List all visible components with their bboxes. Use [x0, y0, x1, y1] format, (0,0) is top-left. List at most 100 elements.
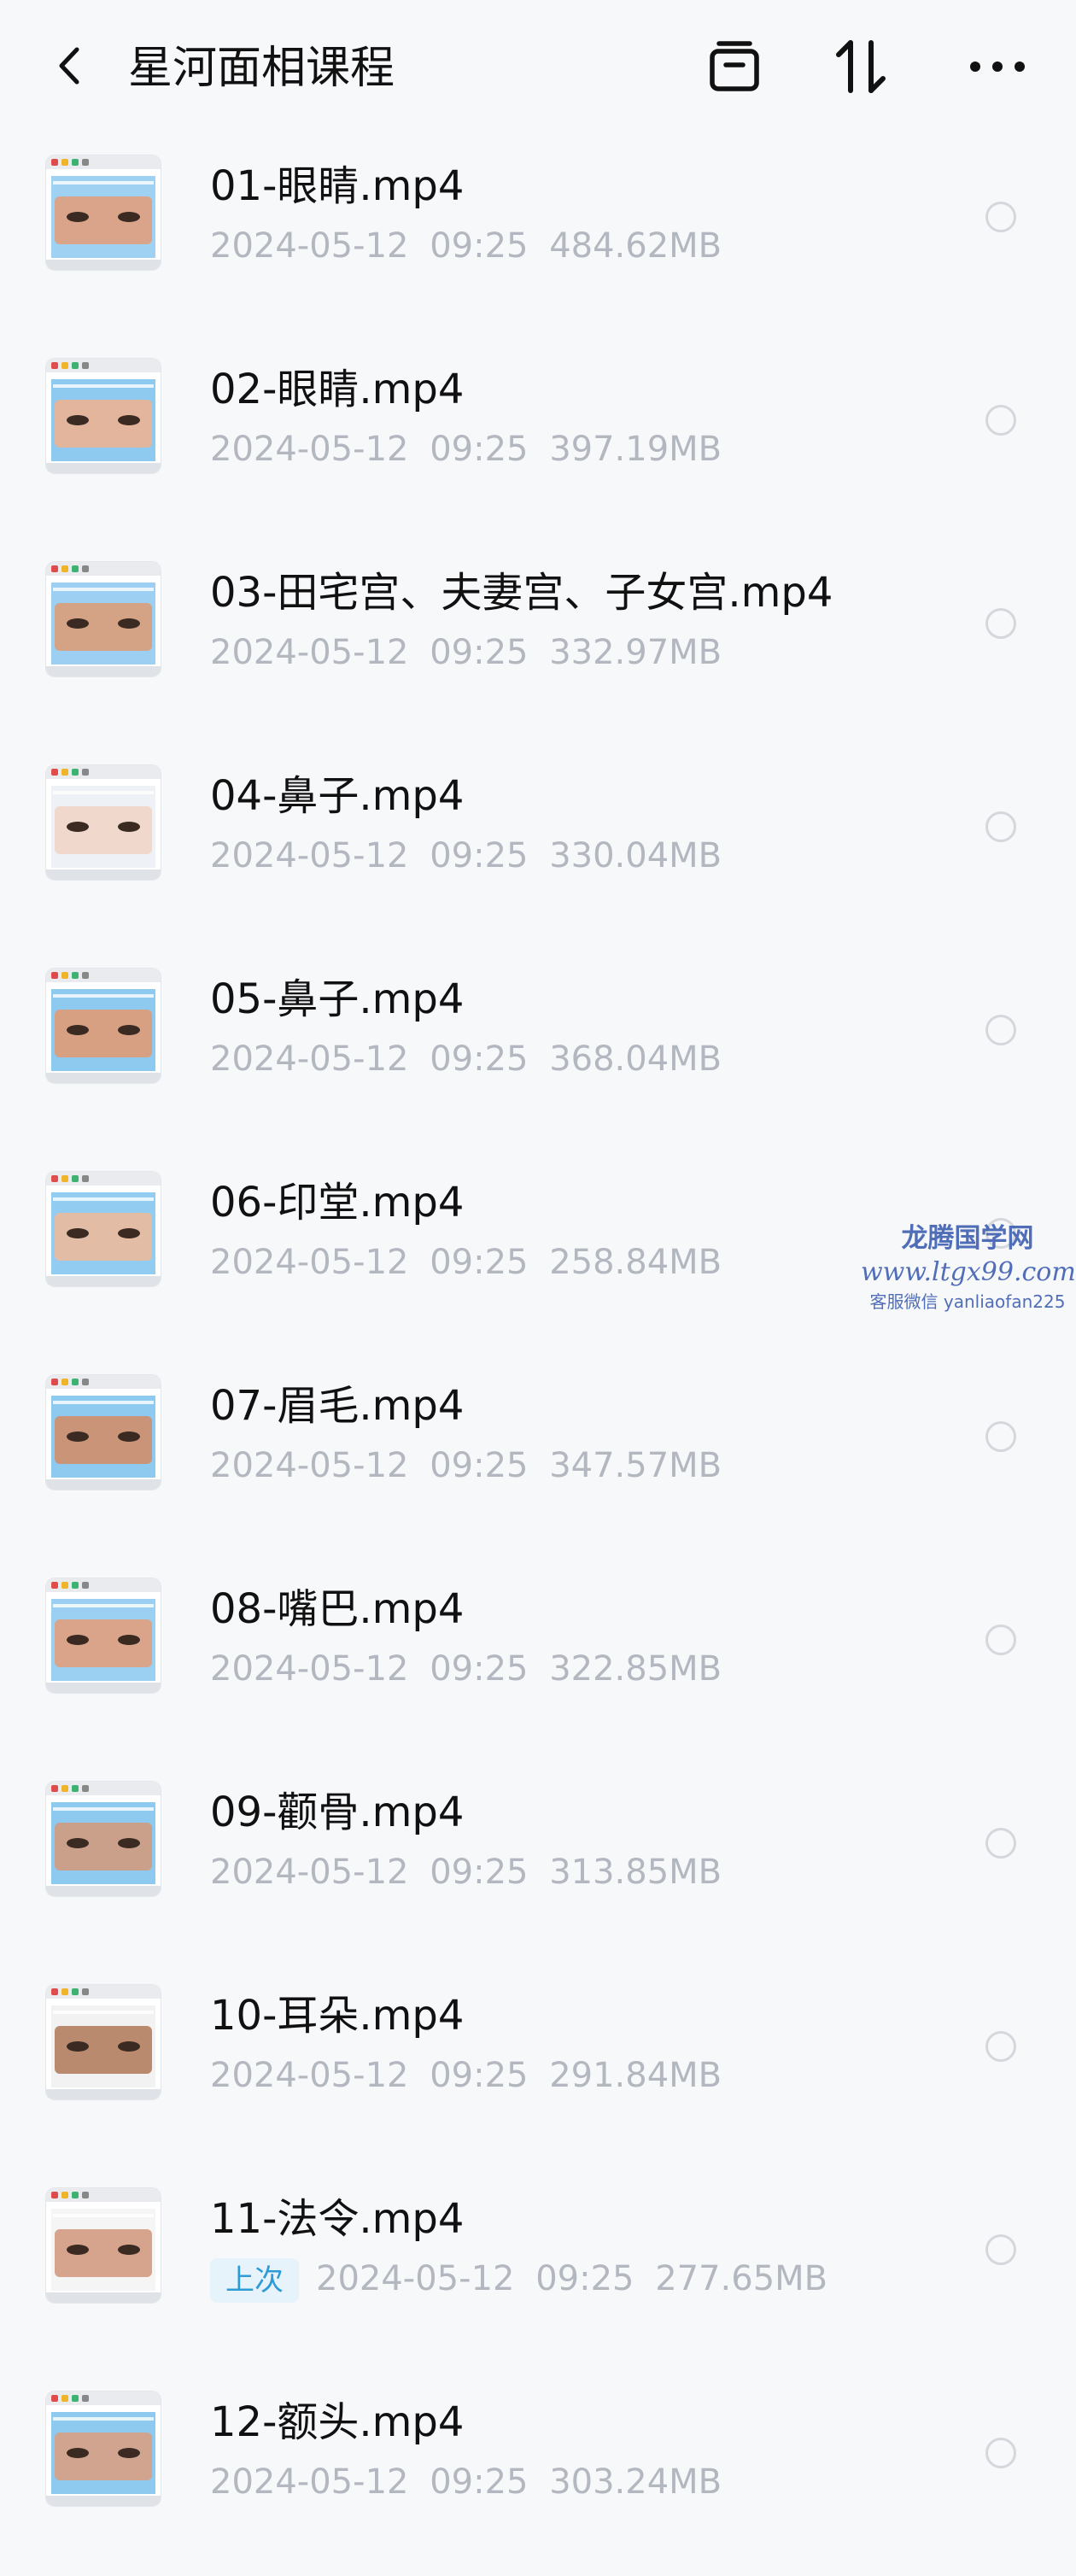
file-meta: 2024-05-12 09:25 368.04MB: [210, 1035, 722, 1083]
file-date: 2024-05-12: [210, 226, 409, 266]
file-size: 330.04MB: [549, 836, 722, 875]
chevron-left-icon: [59, 47, 79, 85]
file-size: 368.04MB: [549, 1039, 722, 1079]
file-time: 09:25: [430, 2462, 529, 2502]
file-meta: 上次 2024-05-12 09:25 277.65MB: [210, 2255, 827, 2303]
archive-icon: [710, 41, 759, 91]
file-time: 09:25: [430, 1243, 529, 1282]
file-time: 09:25: [430, 2056, 529, 2095]
file-date: 2024-05-12: [210, 633, 409, 672]
back-button[interactable]: [50, 44, 92, 87]
select-radio[interactable]: [985, 2438, 1016, 2468]
file-row[interactable]: 05-鼻子.mp4 2024-05-12 09:25 368.04MB: [0, 950, 1076, 1153]
file-meta: 2024-05-12 09:25 397.19MB: [210, 425, 722, 473]
top-navigation-bar: 星河面相课程: [0, 0, 1076, 141]
select-radio[interactable]: [985, 1828, 1016, 1859]
file-date: 2024-05-12: [316, 2259, 515, 2298]
video-thumbnail: [46, 2188, 161, 2303]
file-meta: 2024-05-12 09:25 322.85MB: [210, 1645, 722, 1693]
video-thumbnail: [46, 1375, 161, 1490]
file-size: 291.84MB: [549, 2056, 722, 2095]
file-row[interactable]: 10-耳朵.mp4 2024-05-12 09:25 291.84MB: [0, 1966, 1076, 2169]
select-radio[interactable]: [985, 1421, 1016, 1452]
file-date: 2024-05-12: [210, 1853, 409, 1892]
file-meta: 2024-05-12 09:25 291.84MB: [210, 2052, 722, 2099]
file-list: 01-眼睛.mp4 2024-05-12 09:25 484.62MB 02-眼…: [0, 137, 1076, 2576]
file-row[interactable]: 07-眉毛.mp4 2024-05-12 09:25 347.57MB: [0, 1356, 1076, 1560]
file-meta: 2024-05-12 09:25 313.85MB: [210, 1848, 722, 1896]
file-date: 2024-05-12: [210, 836, 409, 875]
file-size: 332.97MB: [549, 633, 722, 672]
file-row[interactable]: 12-额头.mp4 2024-05-12 09:25 303.24MB: [0, 2373, 1076, 2576]
more-icon: [970, 61, 1025, 72]
video-thumbnail: [46, 562, 161, 676]
file-name: 04-鼻子.mp4: [210, 772, 465, 820]
file-size: 322.85MB: [549, 1649, 722, 1689]
file-meta: 2024-05-12 09:25 303.24MB: [210, 2458, 722, 2506]
file-time: 09:25: [535, 2259, 634, 2298]
file-size: 484.62MB: [549, 226, 722, 266]
file-row[interactable]: 11-法令.mp4 上次 2024-05-12 09:25 277.65MB: [0, 2169, 1076, 2373]
file-row[interactable]: 04-鼻子.mp4 2024-05-12 09:25 330.04MB: [0, 746, 1076, 950]
watermark-contact: 客服微信 yanliaofan225: [869, 1291, 1066, 1312]
file-time: 09:25: [430, 226, 529, 266]
select-radio[interactable]: [985, 202, 1016, 232]
video-thumbnail: [46, 765, 161, 880]
file-size: 303.24MB: [549, 2462, 722, 2502]
file-time: 09:25: [430, 1446, 529, 1485]
select-radio[interactable]: [985, 405, 1016, 436]
file-name: 05-鼻子.mp4: [210, 975, 465, 1023]
file-time: 09:25: [430, 1649, 529, 1689]
file-size: 347.57MB: [549, 1446, 722, 1485]
file-row[interactable]: 03-田宅宫、夫妻宫、子女宫.mp4 2024-05-12 09:25 332.…: [0, 543, 1076, 746]
file-time: 09:25: [430, 836, 529, 875]
file-size: 397.19MB: [549, 430, 722, 469]
file-name: 11-法令.mp4: [210, 2195, 465, 2243]
select-radio[interactable]: [985, 608, 1016, 639]
video-thumbnail: [46, 155, 161, 270]
file-time: 09:25: [430, 1853, 529, 1892]
more-button[interactable]: [963, 32, 1032, 101]
file-date: 2024-05-12: [210, 2056, 409, 2095]
file-row[interactable]: 09-颧骨.mp4 2024-05-12 09:25 313.85MB: [0, 1763, 1076, 1966]
file-time: 09:25: [430, 430, 529, 469]
file-name: 10-耳朵.mp4: [210, 1992, 465, 2040]
file-size: 313.85MB: [549, 1853, 722, 1892]
video-thumbnail: [46, 1578, 161, 1693]
video-thumbnail: [46, 1782, 161, 1896]
file-size: 277.65MB: [655, 2259, 828, 2298]
archive-button[interactable]: [700, 32, 769, 101]
select-radio[interactable]: [985, 1015, 1016, 1045]
select-radio[interactable]: [985, 2234, 1016, 2265]
select-radio[interactable]: [985, 2031, 1016, 2062]
file-meta: 2024-05-12 09:25 484.62MB: [210, 222, 722, 270]
file-name: 12-额头.mp4: [210, 2398, 465, 2446]
file-row[interactable]: 01-眼睛.mp4 2024-05-12 09:25 484.62MB: [0, 137, 1076, 340]
file-meta: 2024-05-12 09:25 347.57MB: [210, 1442, 722, 1490]
file-date: 2024-05-12: [210, 2462, 409, 2502]
file-row[interactable]: 08-嘴巴.mp4 2024-05-12 09:25 322.85MB: [0, 1560, 1076, 1763]
file-name: 07-眉毛.mp4: [210, 1382, 465, 1430]
select-radio[interactable]: [985, 811, 1016, 842]
watermark: 龙腾国学网 www.ltgx99.com 客服微信 yanliaofan225: [861, 1221, 1076, 1314]
file-meta: 2024-05-12 09:25 258.84MB: [210, 1238, 722, 1286]
video-thumbnail: [46, 969, 161, 1083]
select-radio[interactable]: [985, 1625, 1016, 1655]
file-row[interactable]: 02-眼睛.mp4 2024-05-12 09:25 397.19MB: [0, 340, 1076, 543]
file-name: 09-颧骨.mp4: [210, 1789, 465, 1836]
file-name: 06-印堂.mp4: [210, 1179, 465, 1227]
file-name: 03-田宅宫、夫妻宫、子女宫.mp4: [210, 569, 833, 617]
watermark-title: 龙腾国学网: [901, 1223, 1034, 1254]
file-name: 01-眼睛.mp4: [210, 162, 465, 210]
sort-button[interactable]: [827, 32, 895, 101]
file-name: 08-嘴巴.mp4: [210, 1585, 465, 1633]
file-date: 2024-05-12: [210, 430, 409, 469]
video-thumbnail: [46, 1172, 161, 1286]
file-date: 2024-05-12: [210, 1446, 409, 1485]
video-thumbnail: [46, 359, 161, 473]
file-meta: 2024-05-12 09:25 332.97MB: [210, 629, 722, 676]
last-played-badge: 上次: [210, 2258, 299, 2303]
sort-icon: [836, 40, 886, 93]
file-size: 258.84MB: [549, 1243, 722, 1282]
video-thumbnail: [46, 2392, 161, 2506]
